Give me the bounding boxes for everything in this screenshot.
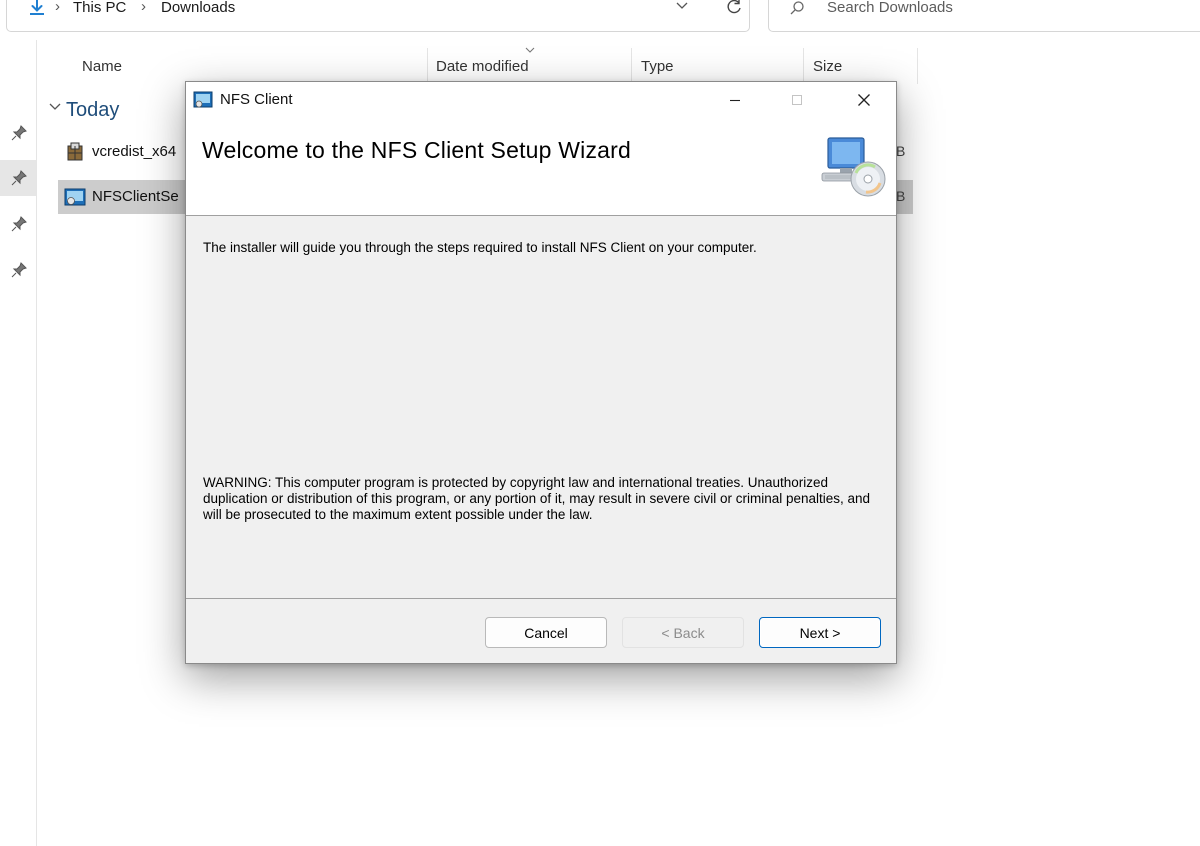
- column-header-name[interactable]: Name: [82, 58, 122, 75]
- group-header-today[interactable]: Today: [48, 99, 119, 122]
- maximize-button: [774, 82, 820, 118]
- intro-text: The installer will guide you through the…: [203, 240, 757, 255]
- file-size: B: [896, 143, 906, 159]
- cancel-button[interactable]: Cancel: [485, 617, 607, 648]
- chevron-down-icon: [49, 103, 61, 110]
- close-icon: [858, 94, 870, 106]
- msi-installer-icon: [193, 91, 213, 108]
- column-divider[interactable]: [803, 48, 804, 84]
- installer-package-icon: [67, 142, 83, 161]
- column-divider[interactable]: [631, 48, 632, 84]
- back-button: < Back: [622, 617, 744, 648]
- file-size: B: [896, 188, 906, 204]
- column-header-type[interactable]: Type: [641, 58, 674, 75]
- column-header-size[interactable]: Size: [813, 58, 842, 75]
- pin-item-selected[interactable]: [0, 160, 36, 196]
- breadcrumb-this-pc[interactable]: This PC: [73, 0, 126, 16]
- column-divider[interactable]: [427, 48, 428, 84]
- column-header-date-modified[interactable]: Date modified: [436, 58, 529, 75]
- pin-icon[interactable]: [10, 261, 28, 279]
- refresh-icon[interactable]: [724, 0, 744, 17]
- next-button[interactable]: Next >: [759, 617, 881, 648]
- address-bar[interactable]: › This PC › Downloads: [6, 0, 750, 32]
- pin-icon[interactable]: [10, 215, 28, 233]
- wizard-banner: Welcome to the NFS Client Setup Wizard: [186, 118, 896, 216]
- search-box[interactable]: Search Downloads: [768, 0, 1200, 32]
- downloads-icon: [30, 0, 44, 15]
- chevron-down-icon[interactable]: [675, 0, 689, 12]
- title-bar[interactable]: NFS Client: [186, 82, 896, 118]
- breadcrumb-separator-icon: ›: [55, 0, 60, 15]
- computer-cd-icon: [821, 137, 886, 197]
- close-button[interactable]: [841, 82, 887, 118]
- window-title: NFS Client: [220, 91, 293, 108]
- footer-divider: [186, 598, 896, 599]
- breadcrumb-separator-icon: ›: [141, 0, 146, 15]
- setup-wizard-dialog: NFS Client Welcome to the NFS Client Set…: [185, 81, 897, 664]
- search-input[interactable]: Search Downloads: [827, 0, 953, 16]
- file-name: vcredist_x64: [92, 143, 177, 160]
- minimize-icon: [730, 99, 740, 102]
- wizard-heading: Welcome to the NFS Client Setup Wizard: [202, 137, 632, 163]
- group-label: Today: [66, 99, 120, 121]
- minimize-button[interactable]: [712, 82, 758, 118]
- file-name: NFSClientSe: [92, 188, 179, 205]
- column-divider[interactable]: [917, 48, 918, 84]
- sort-chevron-icon: [525, 47, 535, 53]
- pin-icon[interactable]: [10, 124, 28, 142]
- search-icon: [790, 1, 804, 15]
- breadcrumb-downloads[interactable]: Downloads: [161, 0, 235, 16]
- copyright-warning: WARNING: This computer program is protec…: [203, 475, 871, 522]
- msi-installer-icon: [64, 188, 86, 206]
- navigation-pane: [0, 40, 37, 846]
- maximize-icon: [792, 95, 802, 105]
- pin-icon: [11, 170, 27, 186]
